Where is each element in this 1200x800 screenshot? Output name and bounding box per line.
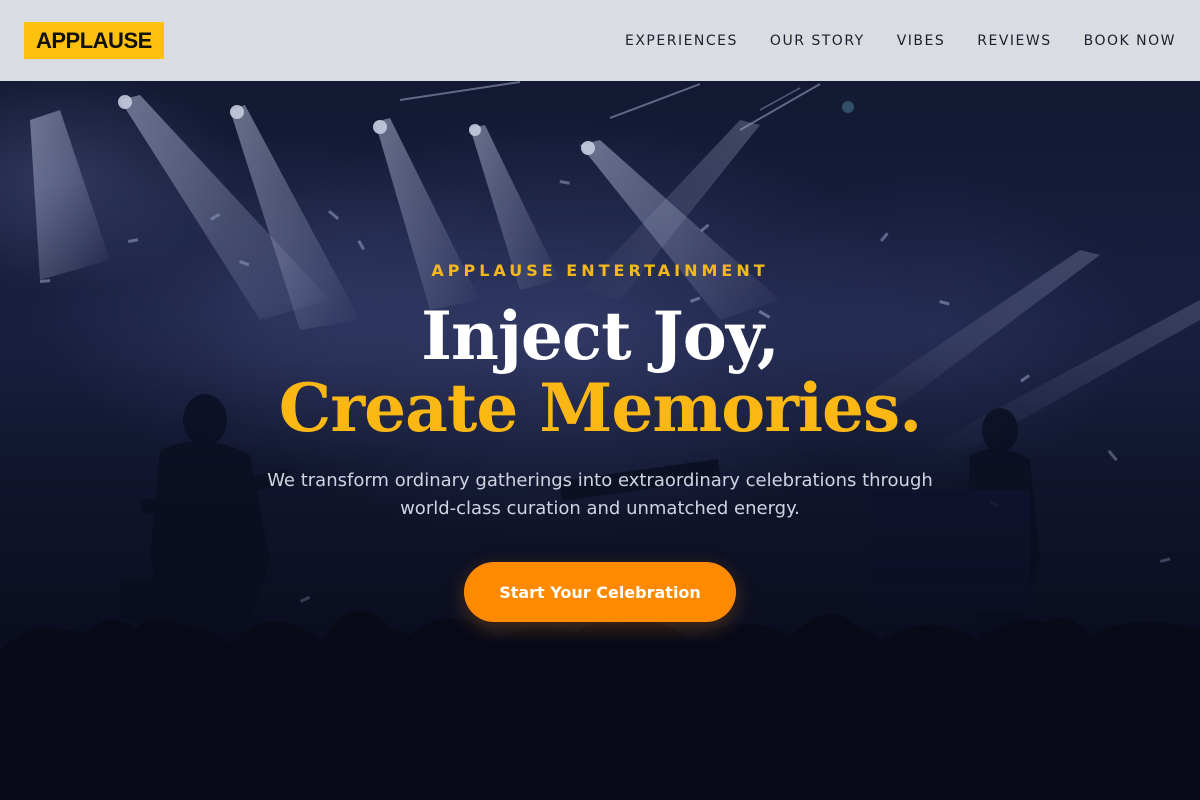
hero-subtext: We transform ordinary gatherings into ex… xyxy=(267,470,933,519)
hero-section: APPLAUSE ENTERTAINMENT Inject Joy, Creat… xyxy=(0,0,1200,800)
nav-link-our-story[interactable]: OUR STORY xyxy=(770,33,865,49)
hero-headline: Inject Joy, Create Memories. xyxy=(0,300,1200,444)
site-header: APPLAUSE EXPERIENCES OUR STORY VIBES REV… xyxy=(0,0,1200,81)
nav-link-vibes[interactable]: VIBES xyxy=(897,33,946,49)
hero-headline-line2: Create Memories. xyxy=(278,369,922,447)
start-celebration-button[interactable]: Start Your Celebration xyxy=(464,562,736,622)
main-nav: EXPERIENCES OUR STORY VIBES REVIEWS BOOK… xyxy=(625,33,1176,49)
nav-link-reviews[interactable]: REVIEWS xyxy=(977,33,1051,49)
hero-eyebrow: APPLAUSE ENTERTAINMENT xyxy=(431,261,769,280)
nav-link-experiences[interactable]: EXPERIENCES xyxy=(625,33,738,49)
hero-headline-line1: Inject Joy, xyxy=(421,297,780,375)
brand-logo[interactable]: APPLAUSE xyxy=(24,22,164,59)
nav-link-book-now[interactable]: BOOK NOW xyxy=(1084,33,1176,49)
